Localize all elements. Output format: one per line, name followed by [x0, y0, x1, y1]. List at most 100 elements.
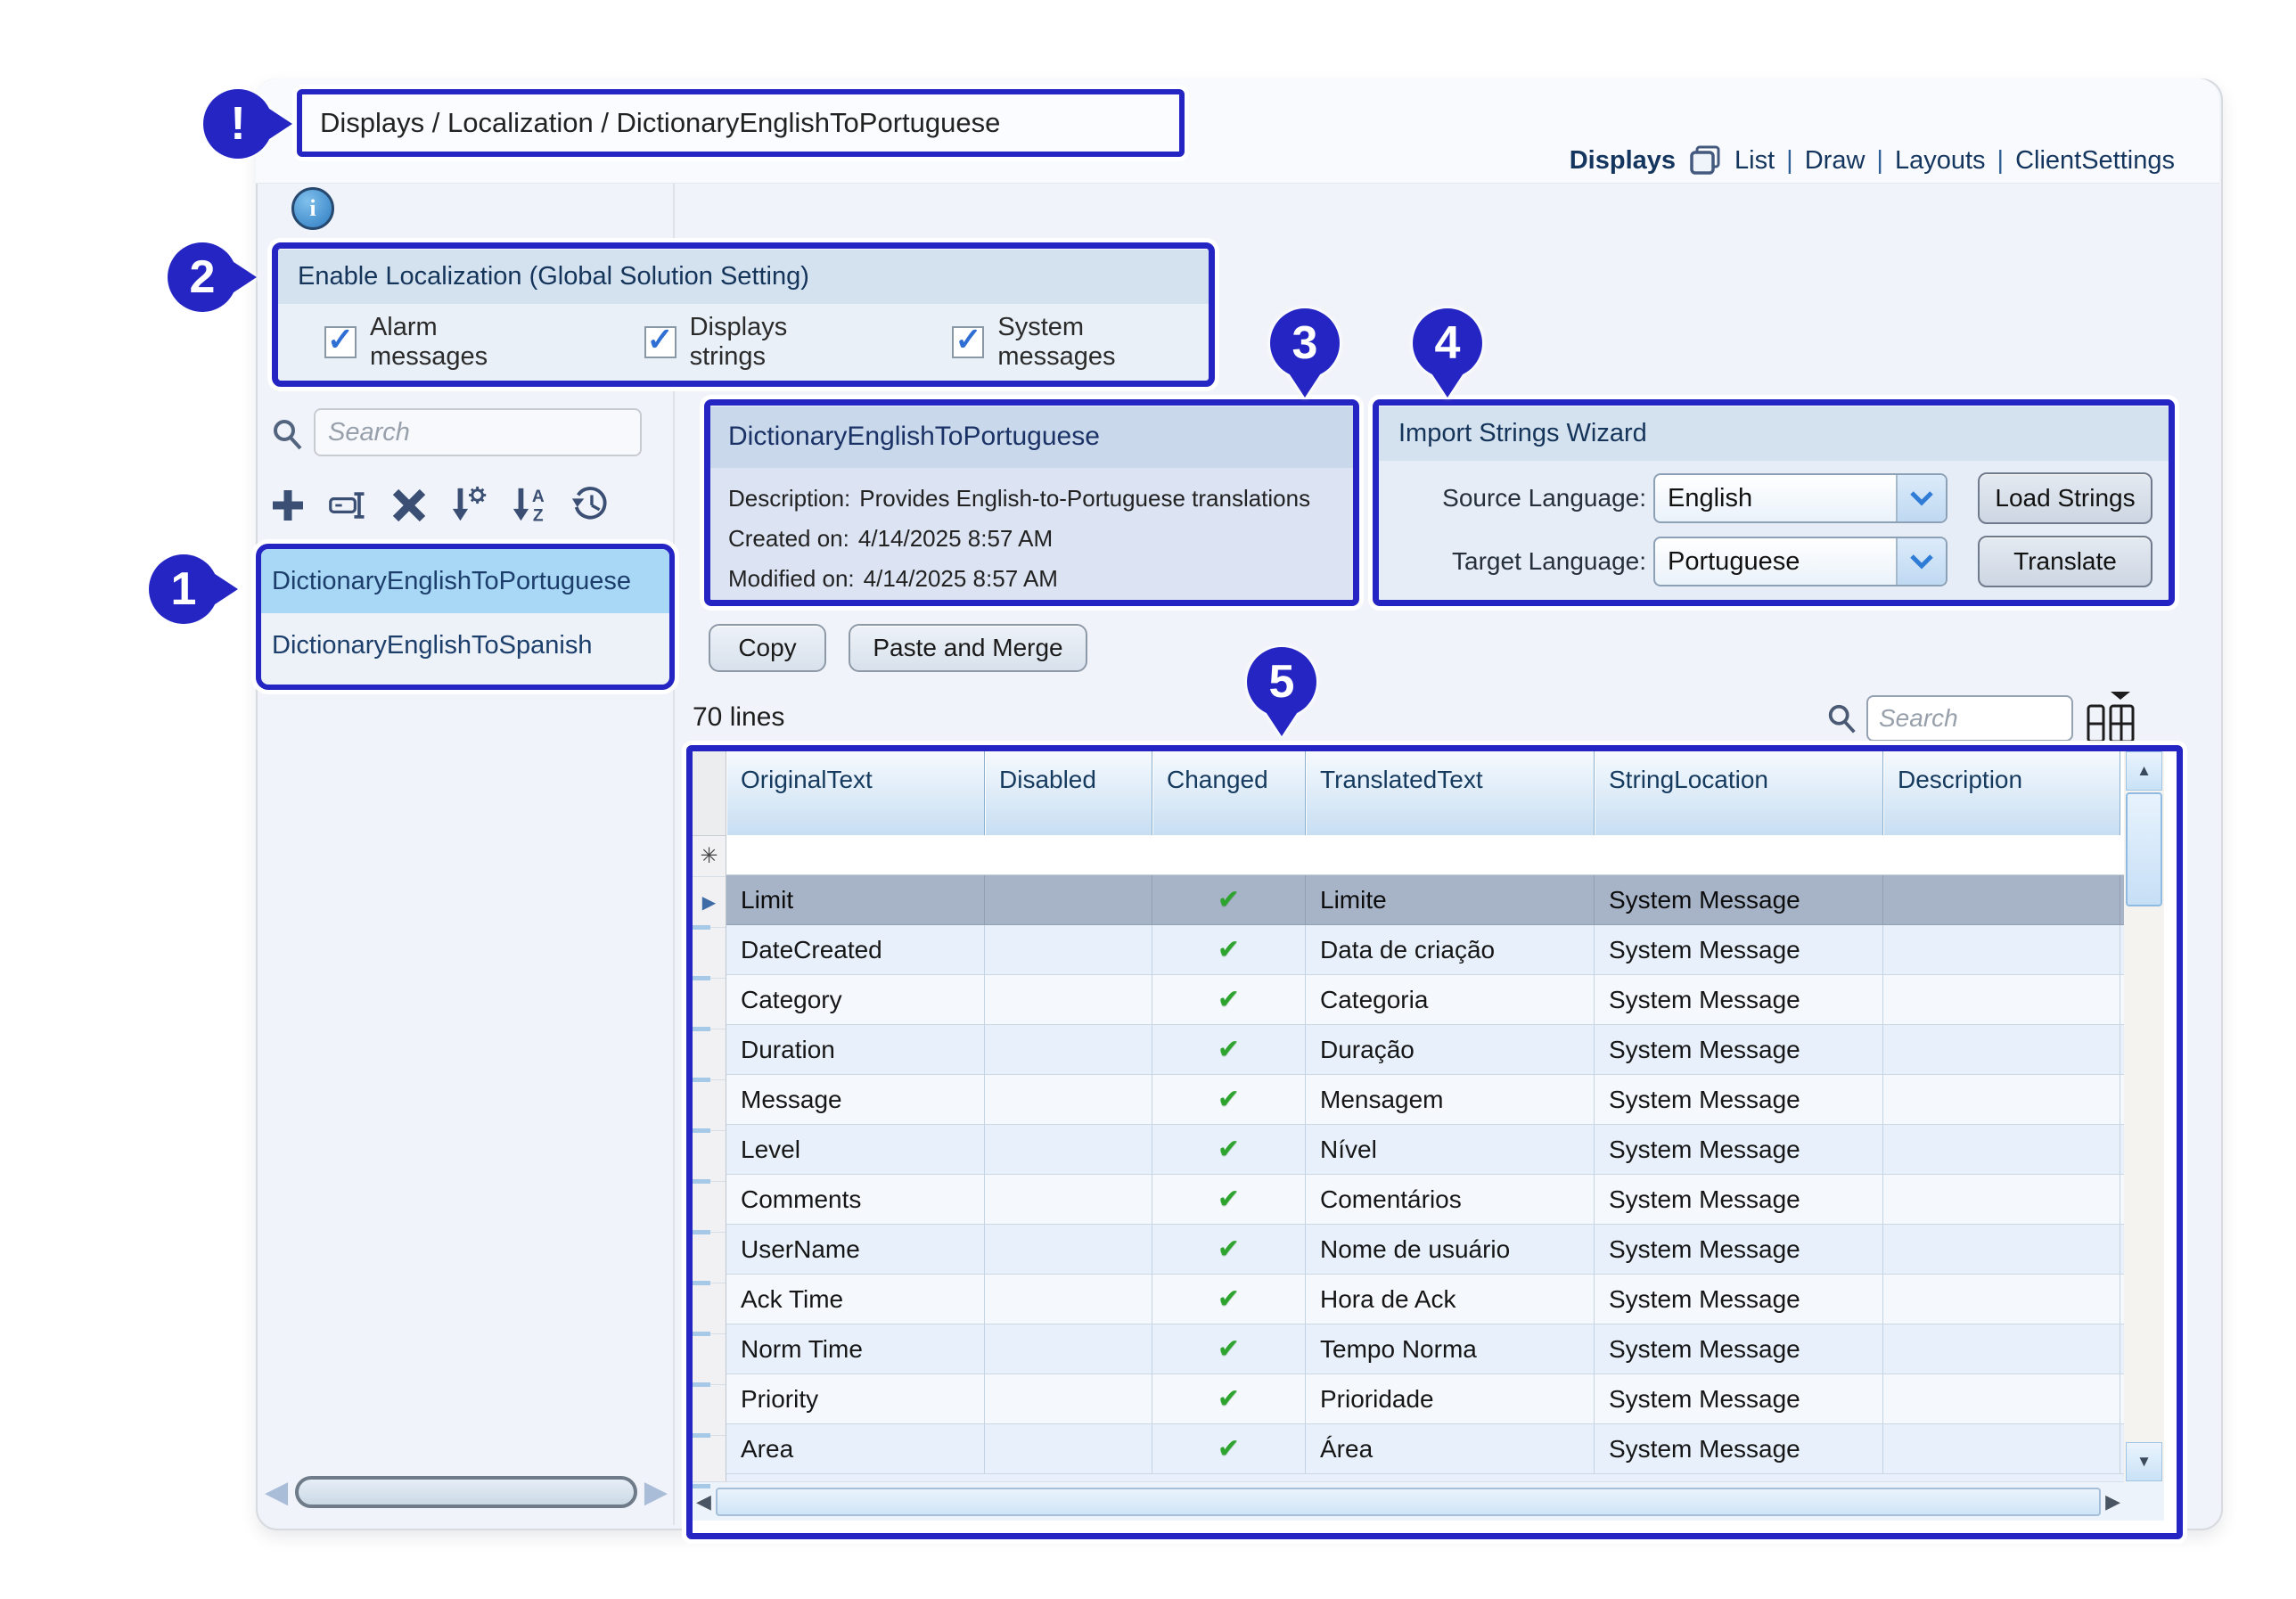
checkbox-box[interactable]: ✓	[324, 326, 357, 358]
row-header[interactable]	[693, 1182, 726, 1233]
nav-link-list[interactable]: List	[1734, 146, 1775, 176]
table-row[interactable]: Limit✔LimiteSystem Message	[726, 875, 2124, 925]
cell-stringlocation[interactable]: System Message	[1595, 1125, 1883, 1174]
cell-description[interactable]	[1883, 1374, 2120, 1423]
cell-changed[interactable]: ✔	[1152, 1125, 1306, 1174]
cell-disabled[interactable]	[985, 875, 1152, 924]
table-row[interactable]: Norm Time✔Tempo NormaSystem Message	[726, 1324, 2124, 1374]
grid-search-input[interactable]	[1866, 695, 2073, 742]
grid-new-row[interactable]	[726, 835, 2124, 875]
cell-translatedtext[interactable]: Hora de Ack	[1306, 1275, 1595, 1324]
cell-translatedtext[interactable]: Tempo Norma	[1306, 1324, 1595, 1374]
table-row[interactable]: Area✔ÁreaSystem Message	[726, 1424, 2124, 1474]
cell-disabled[interactable]	[985, 1424, 1152, 1473]
row-header[interactable]	[693, 928, 726, 979]
sort-config-icon[interactable]	[449, 485, 490, 526]
row-header[interactable]	[693, 1233, 726, 1283]
cell-changed[interactable]: ✔	[1152, 1424, 1306, 1473]
add-icon[interactable]	[267, 485, 308, 526]
cell-changed[interactable]: ✔	[1152, 925, 1306, 974]
cell-disabled[interactable]	[985, 975, 1152, 1024]
cell-changed[interactable]: ✔	[1152, 1025, 1306, 1074]
row-header[interactable]: ▶	[693, 877, 726, 928]
checkbox-box[interactable]: ✓	[952, 326, 984, 358]
table-row[interactable]: Message✔MensagemSystem Message	[726, 1075, 2124, 1125]
target-language-dropdown[interactable]: Portuguese	[1653, 537, 1948, 586]
sidebar-item-dictionaryenglishtospanish[interactable]: DictionaryEnglishToSpanish	[261, 613, 669, 677]
cell-translatedtext[interactable]: Área	[1306, 1424, 1595, 1473]
cell-disabled[interactable]	[985, 1275, 1152, 1324]
cell-description[interactable]	[1883, 1275, 2120, 1324]
cell-changed[interactable]: ✔	[1152, 1275, 1306, 1324]
table-row[interactable]: Ack Time ✔Hora de AckSystem Message	[726, 1275, 2124, 1324]
column-header-disabled[interactable]: Disabled	[985, 751, 1152, 835]
scrollbar-thumb[interactable]	[295, 1476, 637, 1508]
cell-disabled[interactable]	[985, 1075, 1152, 1124]
cell-changed[interactable]: ✔	[1152, 1175, 1306, 1224]
cell-originaltext[interactable]: Ack Time	[726, 1275, 985, 1324]
rename-icon[interactable]	[328, 485, 369, 526]
checkbox-alarm-messages[interactable]: ✓Alarm messages	[324, 313, 562, 372]
cell-originaltext[interactable]: UserName	[726, 1225, 985, 1274]
scroll-left-icon[interactable]: ◀	[696, 1492, 711, 1512]
chevron-down-icon[interactable]	[1896, 475, 1946, 521]
grid-vertical-scrollbar[interactable]: ▲ ▼	[2124, 751, 2164, 1481]
cell-disabled[interactable]	[985, 1374, 1152, 1423]
cell-translatedtext[interactable]: Nome de usuário	[1306, 1225, 1595, 1274]
cell-stringlocation[interactable]: System Message	[1595, 1275, 1883, 1324]
cell-translatedtext[interactable]: Limite	[1306, 875, 1595, 924]
paste-and-merge-button[interactable]: Paste and Merge	[849, 624, 1087, 672]
cell-description[interactable]	[1883, 875, 2120, 924]
row-header[interactable]	[693, 1334, 726, 1385]
cell-stringlocation[interactable]: System Message	[1595, 1324, 1883, 1374]
cell-description[interactable]	[1883, 975, 2120, 1024]
sidebar-search-input[interactable]	[314, 408, 642, 456]
cell-originaltext[interactable]: Comments	[726, 1175, 985, 1224]
info-icon[interactable]: i	[291, 187, 334, 230]
cell-originaltext[interactable]: Priority	[726, 1374, 985, 1423]
load-strings-button[interactable]: Load Strings	[1978, 472, 2152, 524]
cell-stringlocation[interactable]: System Message	[1595, 925, 1883, 974]
scroll-right-icon[interactable]: ▶	[2105, 1492, 2120, 1512]
delete-icon[interactable]	[389, 485, 430, 526]
row-header[interactable]	[693, 1436, 726, 1487]
cell-stringlocation[interactable]: System Message	[1595, 1225, 1883, 1274]
column-header-stringlocation[interactable]: StringLocation	[1595, 751, 1883, 835]
cell-translatedtext[interactable]: Mensagem	[1306, 1075, 1595, 1124]
cell-stringlocation[interactable]: System Message	[1595, 1175, 1883, 1224]
cell-changed[interactable]: ✔	[1152, 975, 1306, 1024]
cell-translatedtext[interactable]: Categoria	[1306, 975, 1595, 1024]
row-header[interactable]	[693, 1283, 726, 1334]
cell-stringlocation[interactable]: System Message	[1595, 1424, 1883, 1473]
table-row[interactable]: Comments✔ComentáriosSystem Message	[726, 1175, 2124, 1225]
nav-section-displays[interactable]: Displays	[1570, 146, 1676, 176]
sidebar-horizontal-scrollbar[interactable]: ◀ ▶	[265, 1472, 668, 1512]
cell-disabled[interactable]	[985, 1175, 1152, 1224]
row-header[interactable]	[693, 1029, 726, 1080]
cell-originaltext[interactable]: Limit	[726, 875, 985, 924]
cell-description[interactable]	[1883, 1225, 2120, 1274]
sidebar-item-dictionaryenglishtoportuguese[interactable]: DictionaryEnglishToPortuguese	[261, 549, 669, 613]
nav-link-layouts[interactable]: Layouts	[1895, 146, 1986, 176]
scroll-right-icon[interactable]: ▶	[644, 1477, 668, 1507]
cell-disabled[interactable]	[985, 1025, 1152, 1074]
column-header-translatedtext[interactable]: TranslatedText	[1306, 751, 1595, 835]
checkbox-displays-strings[interactable]: ✓Displays strings	[644, 313, 871, 372]
column-header-description[interactable]: Description	[1883, 751, 2120, 835]
cell-changed[interactable]: ✔	[1152, 1225, 1306, 1274]
cell-stringlocation[interactable]: System Message	[1595, 1025, 1883, 1074]
sort-az-icon[interactable]: A Z	[510, 485, 551, 526]
row-header[interactable]	[693, 979, 726, 1029]
cell-description[interactable]	[1883, 1025, 2120, 1074]
nav-link-draw[interactable]: Draw	[1805, 146, 1866, 176]
cell-stringlocation[interactable]: System Message	[1595, 975, 1883, 1024]
cell-translatedtext[interactable]: Nível	[1306, 1125, 1595, 1174]
cell-originaltext[interactable]: Duration	[726, 1025, 985, 1074]
nav-link-clientsettings[interactable]: ClientSettings	[2015, 146, 2175, 176]
cell-translatedtext[interactable]: Data de criação	[1306, 925, 1595, 974]
cell-disabled[interactable]	[985, 1125, 1152, 1174]
cell-changed[interactable]: ✔	[1152, 1324, 1306, 1374]
table-row[interactable]: Level✔NívelSystem Message	[726, 1125, 2124, 1175]
cell-description[interactable]	[1883, 925, 2120, 974]
cell-changed[interactable]: ✔	[1152, 875, 1306, 924]
